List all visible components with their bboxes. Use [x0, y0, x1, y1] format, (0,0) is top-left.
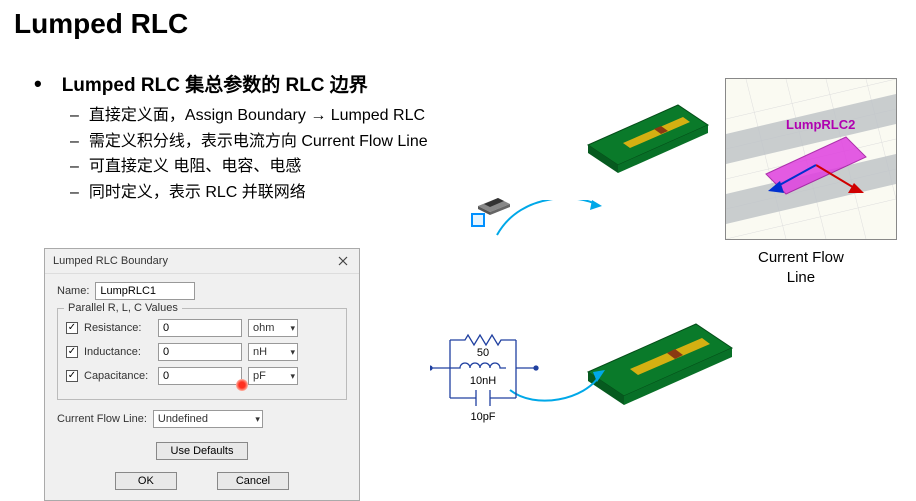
lumped-rlc-dialog: Lumped RLC Boundary Name: Parallel R, L,…	[44, 248, 360, 501]
callout-arrow-top	[492, 200, 602, 270]
use-defaults-button[interactable]: Use Defaults	[156, 442, 249, 460]
inductance-label: Inductance:	[84, 346, 152, 358]
sub-bullet: 同时定义，表示 RLC 并联网络	[70, 180, 428, 206]
close-icon[interactable]	[335, 253, 351, 269]
sub-bullet: 需定义积分线，表示电流方向 Current Flow Line	[70, 129, 428, 155]
laser-pointer-icon	[236, 379, 248, 391]
bullet-main-text: Lumped RLC 集总参数的 RLC 边界	[62, 70, 368, 97]
cfl-value-text: Undefined	[158, 413, 208, 425]
dialog-title-text: Lumped RLC Boundary	[53, 255, 168, 267]
capacitance-label: Capacitance:	[84, 370, 152, 382]
capacitance-unit-select[interactable]: pF	[248, 367, 298, 385]
inductance-checkbox[interactable]	[66, 346, 78, 358]
sub-bullet-list: 直接定义面，Assign Boundary → Lumped RLC 需定义积分…	[70, 103, 428, 205]
resistance-checkbox[interactable]	[66, 322, 78, 334]
bullet-main: Lumped RLC 集总参数的 RLC 边界	[42, 70, 428, 97]
unit-text: nH	[253, 346, 267, 358]
unit-text: ohm	[253, 322, 274, 334]
capacitance-checkbox[interactable]	[66, 370, 78, 382]
sub-bullet-text: 可直接定义 电阻、电容、电感	[89, 154, 301, 180]
sub-bullet-text: 同时定义，表示 RLC 并联网络	[89, 180, 306, 206]
zoom-caption-line1: Current Flow	[758, 249, 844, 266]
current-flow-line-label: Current Flow Line:	[57, 413, 147, 425]
selection-handle[interactable]	[471, 213, 485, 227]
slide-title: Lumped RLC	[0, 0, 916, 40]
unit-text: pF	[253, 370, 266, 382]
resistor-value: 50	[477, 347, 489, 359]
zoom-caption: Current Flow Line	[758, 248, 844, 287]
sub-bullet: 直接定义面，Assign Boundary → Lumped RLC	[70, 103, 428, 129]
name-input[interactable]	[95, 282, 195, 300]
current-flow-line-select[interactable]: Undefined	[153, 410, 263, 428]
name-label: Name:	[57, 285, 89, 297]
resistance-label: Resistance:	[84, 322, 152, 334]
dialog-titlebar: Lumped RLC Boundary	[45, 249, 359, 274]
sub-bullet-text: 直接定义面，Assign Boundary → Lumped RLC	[89, 103, 425, 129]
sub-bullet-text: 需定义积分线，表示电流方向 Current Flow Line	[89, 129, 428, 155]
fieldset-legend: Parallel R, L, C Values	[64, 302, 182, 314]
ok-button[interactable]: OK	[115, 472, 177, 490]
capacitor-value: 10pF	[470, 411, 495, 423]
sub-bullet: 可直接定义 电阻、电容、电感	[70, 154, 428, 180]
zoom-view: LumpRLC2	[725, 78, 897, 240]
inductance-input[interactable]	[158, 343, 242, 361]
inductor-value: 10nH	[470, 375, 496, 387]
cancel-button[interactable]: Cancel	[217, 472, 289, 490]
resistance-unit-select[interactable]: ohm	[248, 319, 298, 337]
content-block: Lumped RLC 集总参数的 RLC 边界 直接定义面，Assign Bou…	[42, 70, 428, 205]
zoom-caption-line2: Line	[787, 269, 815, 286]
capacitance-input[interactable]	[158, 367, 242, 385]
dialog-body: Name: Parallel R, L, C Values Resistance…	[45, 274, 359, 500]
resistance-input[interactable]	[158, 319, 242, 337]
rlc-values-fieldset: Parallel R, L, C Values Resistance: ohm …	[57, 308, 347, 400]
pcb-board-top	[578, 85, 718, 185]
rlc-circuit-diagram: 50 10nH 10pF	[430, 328, 550, 443]
zoom-annotation-label: LumpRLC2	[786, 117, 855, 132]
inductance-unit-select[interactable]: nH	[248, 343, 298, 361]
